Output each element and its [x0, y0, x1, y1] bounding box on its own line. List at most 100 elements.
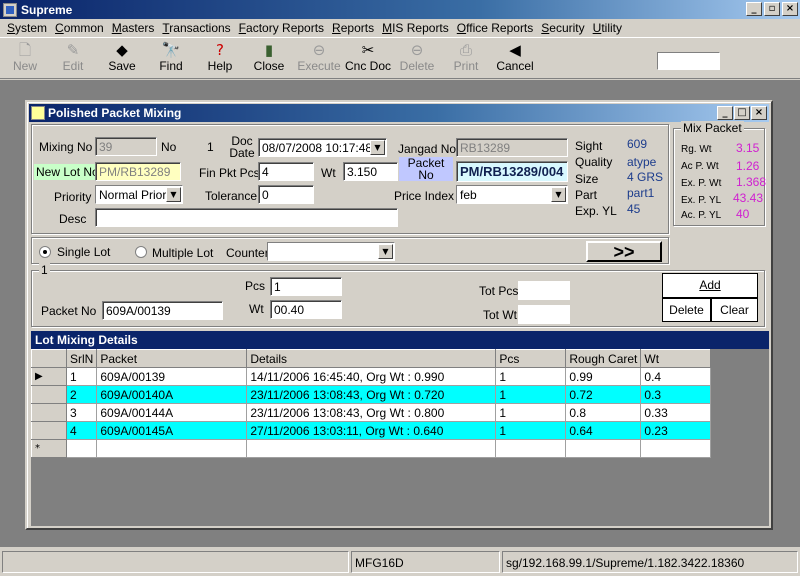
counter-select[interactable]: ▼ — [267, 242, 395, 261]
wt-field[interactable]: 3.150 — [343, 162, 398, 181]
desc-field[interactable] — [95, 208, 398, 227]
help-button[interactable]: ? Help — [195, 41, 245, 77]
cell-pcs[interactable] — [495, 439, 567, 458]
table-row[interactable]: 4 609A/00145A 27/11/2006 13:03:11, Org W… — [31, 421, 712, 440]
cell-wt[interactable]: 0.33 — [640, 403, 712, 422]
cell-wt[interactable]: 0.3 — [640, 385, 712, 404]
go-button[interactable]: >> — [586, 241, 662, 262]
menu-security[interactable]: Security — [537, 21, 588, 35]
table-row[interactable]: 3 609A/00144A 23/11/2006 13:08:43, Org W… — [31, 403, 712, 422]
window-maximize-button[interactable]: □ — [734, 106, 750, 120]
menu-office-reports[interactable]: Office Reports — [453, 21, 538, 35]
cell-srln[interactable]: 4 — [65, 421, 98, 440]
chevron-down-icon[interactable]: ▼ — [370, 140, 385, 155]
cell-rough-caret[interactable]: 0.64 — [565, 421, 642, 440]
mixing-no-field[interactable]: 39 — [95, 137, 157, 156]
toolbar-search-input[interactable] — [657, 52, 720, 70]
row-header[interactable] — [31, 421, 67, 440]
multiple-lot-radio[interactable] — [135, 246, 147, 258]
menu-reports[interactable]: Reports — [328, 21, 378, 35]
cell-srln[interactable]: 2 — [65, 385, 98, 404]
find-button[interactable]: 🔭 Find — [146, 41, 196, 77]
col-header-packet[interactable]: Packet — [96, 349, 248, 368]
packet-no-field[interactable]: PM/RB13289/004 — [456, 161, 568, 182]
execute-button[interactable]: ⊖ Execute — [294, 41, 344, 77]
cell-packet[interactable]: 609A/00140A — [96, 385, 248, 404]
table-row[interactable]: ▶ 1 609A/00139 14/11/2006 16:45:40, Org … — [31, 367, 712, 386]
col-header-srln[interactable]: SrlN — [65, 349, 98, 368]
cell-packet[interactable]: 609A/00145A — [96, 421, 248, 440]
cell-rough-caret[interactable] — [565, 439, 642, 458]
cell-wt[interactable]: 0.4 — [640, 367, 712, 386]
cell-rough-caret[interactable]: 0.72 — [565, 385, 642, 404]
cell-wt[interactable]: 0.23 — [640, 421, 712, 440]
restore-button[interactable]: ▫ — [764, 2, 780, 16]
minimize-button[interactable]: _ — [746, 2, 762, 16]
cell-details[interactable]: 23/11/2006 13:08:43, Org Wt : 0.800 — [246, 403, 497, 422]
col-header-wt[interactable]: Wt — [640, 349, 712, 368]
cell-srln[interactable]: 1 — [65, 367, 98, 386]
table-row[interactable]: 2 609A/00140A 23/11/2006 13:08:43, Org W… — [31, 385, 712, 404]
cell-details[interactable]: 27/11/2006 13:03:11, Org Wt : 0.640 — [246, 421, 497, 440]
edit-button[interactable]: ✎ Edit — [48, 41, 98, 77]
cell-details[interactable] — [246, 439, 497, 458]
cell-packet[interactable]: 609A/00139 — [96, 367, 248, 386]
cell-packet[interactable]: 609A/00144A — [96, 403, 248, 422]
menu-mis-reports[interactable]: MIS Reports — [378, 21, 453, 35]
close-button[interactable]: ▮ Close — [244, 41, 294, 77]
chevron-down-icon[interactable]: ▼ — [166, 187, 181, 202]
cancel-button[interactable]: ◀ Cancel — [490, 41, 540, 77]
ac-p-yl-value: 40 — [736, 207, 750, 221]
cell-pcs[interactable]: 1 — [495, 367, 567, 386]
chevron-down-icon[interactable]: ▼ — [551, 187, 566, 202]
col-header-rough-caret[interactable]: Rough Caret — [565, 349, 642, 368]
save-button[interactable]: ◆ Save — [97, 41, 147, 77]
delete-button[interactable]: ⊖ Delete — [392, 41, 442, 77]
menu-common[interactable]: Common — [51, 21, 108, 35]
cell-rough-caret[interactable]: 0.8 — [565, 403, 642, 422]
cell-pcs[interactable]: 1 — [495, 421, 567, 440]
print-button[interactable]: ⎙ Print — [441, 41, 491, 77]
priority-select[interactable]: Normal Priority ▼ — [95, 185, 183, 204]
menu-transactions[interactable]: Transactions — [158, 21, 234, 35]
menu-masters[interactable]: Masters — [108, 21, 159, 35]
menu-factory-reports[interactable]: Factory Reports — [235, 21, 328, 35]
new-table-row[interactable]: * — [31, 439, 712, 458]
add-button[interactable]: Add — [662, 273, 758, 298]
clear-button[interactable]: Clear — [711, 298, 758, 322]
chevron-down-icon[interactable]: ▼ — [378, 244, 393, 259]
tolerance-label: Tolerance — [205, 189, 258, 203]
delete-row-button[interactable]: Delete — [662, 298, 711, 322]
close-app-button[interactable]: × — [782, 2, 798, 16]
window-close-button[interactable]: × — [751, 106, 767, 120]
pcs-field[interactable]: 1 — [270, 277, 342, 296]
cell-details[interactable]: 14/11/2006 16:45:40, Org Wt : 0.990 — [246, 367, 497, 386]
cnc-doc-button[interactable]: ✂ Cnc Doc — [343, 41, 393, 77]
window-minimize-button[interactable]: _ — [717, 106, 733, 120]
cell-packet[interactable] — [96, 439, 248, 458]
cell-details[interactable]: 23/11/2006 13:08:43, Org Wt : 0.720 — [246, 385, 497, 404]
row-header[interactable] — [31, 403, 67, 422]
menu-system[interactable]: System — [3, 21, 51, 35]
tolerance-field[interactable]: 0 — [258, 185, 314, 204]
entry-packet-no-field[interactable]: 609A/00139 — [102, 301, 223, 320]
cell-rough-caret[interactable]: 0.99 — [565, 367, 642, 386]
new-button[interactable]: 🗋 New — [0, 41, 50, 77]
price-index-select[interactable]: feb ▼ — [456, 185, 568, 204]
entry-wt-field[interactable]: 00.40 — [270, 300, 342, 319]
single-lot-radio[interactable] — [39, 246, 51, 258]
menu-utility[interactable]: Utility — [589, 21, 626, 35]
cell-srln[interactable]: 3 — [65, 403, 98, 422]
cell-pcs[interactable]: 1 — [495, 385, 567, 404]
no-value: 1 — [207, 140, 214, 154]
jangad-no-field[interactable]: RB13289 — [456, 138, 568, 157]
cell-wt[interactable] — [640, 439, 712, 458]
fin-pkt-pcs-field[interactable]: 4 — [258, 162, 314, 181]
row-header[interactable] — [31, 385, 67, 404]
doc-date-picker[interactable]: 08/07/2008 10:17:48 ▼ — [258, 138, 387, 157]
col-header-pcs[interactable]: Pcs — [495, 349, 567, 368]
col-header-details[interactable]: Details — [246, 349, 497, 368]
cell-srln[interactable] — [65, 439, 98, 458]
new-lot-no-field[interactable]: PM/RB13289 — [95, 162, 181, 181]
cell-pcs[interactable]: 1 — [495, 403, 567, 422]
